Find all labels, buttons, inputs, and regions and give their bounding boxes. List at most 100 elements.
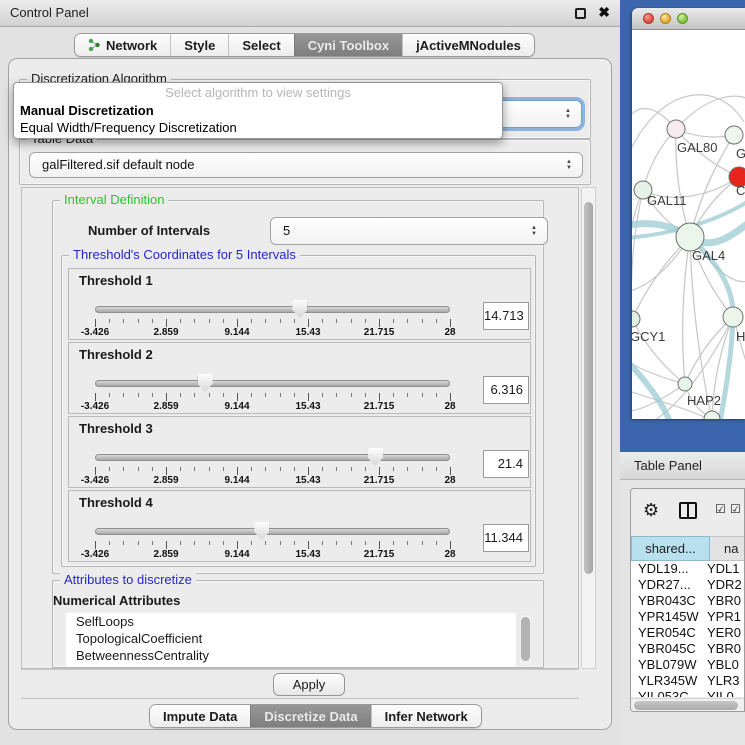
tab-select[interactable]: Select (228, 34, 293, 56)
network-view-window: GAL80GCGAL11GAL4GCY1HHAP2 (632, 8, 745, 419)
tab-infer-network[interactable]: Infer Network (371, 705, 481, 727)
node-label: G (736, 146, 745, 161)
node-label: GAL11 (647, 193, 687, 208)
cyni-toolbox-panel: Discretization Algorithm ▲▼ Select algor… (8, 58, 612, 730)
threshold-1-panel: Threshold 1 -3.4262.8599.14415.4321.7152… (68, 268, 531, 340)
network-node[interactable] (725, 126, 743, 144)
slider-track[interactable] (95, 306, 450, 313)
threshold-value-field[interactable]: 6.316 (483, 376, 529, 404)
table-row[interactable]: YPR145WYPR1 (631, 609, 745, 625)
table-window: ⚙ ☑ ☑ shared... na YDL19...YDL1YDR27...Y… (630, 488, 745, 712)
desktop-right: GAL80GCGAL11GAL4GCY1HHAP2 Table Panel ⚙ … (620, 0, 745, 745)
slider-track[interactable] (95, 454, 450, 461)
slider-tick-labels: -3.4262.8599.14415.4321.71528 (95, 327, 450, 339)
close-traffic-light-icon[interactable] (643, 13, 654, 24)
network-node[interactable] (678, 377, 692, 391)
spinner-icon: ▲▼ (566, 159, 572, 171)
tab-cyni-toolbox[interactable]: Cyni Toolbox (294, 34, 402, 56)
node-label: C (736, 183, 745, 198)
columns-icon[interactable] (679, 502, 697, 519)
control-panel: Control Panel ✖ Network Style Select Cyn… (0, 0, 620, 745)
tab-impute-data[interactable]: Impute Data (150, 705, 250, 727)
table-row[interactable]: YIL053CYIL0 (631, 689, 745, 697)
tab-discretize-data[interactable]: Discretize Data (250, 705, 370, 727)
threshold-4-panel: Threshold 4 -3.4262.8599.14415.4321.7152… (68, 490, 531, 562)
slider-track[interactable] (95, 380, 450, 387)
node-label: GCY1 (632, 329, 665, 344)
settings-scroll-area: Interval Definition Number of Intervals … (21, 187, 579, 669)
tab-jactivemnodules[interactable]: jActiveMNodules (402, 34, 534, 56)
network-node[interactable] (667, 120, 685, 138)
threshold-value-field[interactable]: 14.713 (483, 302, 529, 330)
table-row[interactable]: YER054CYER0 (631, 625, 745, 641)
table-row[interactable]: YBR045CYBR0 (631, 641, 745, 657)
screenshot-root: Control Panel ✖ Network Style Select Cyn… (0, 0, 745, 745)
slider-track[interactable] (95, 528, 450, 535)
group-title: Attributes to discretize (60, 572, 196, 587)
table-row[interactable]: YDR27...YDR2 (631, 577, 745, 593)
apply-button[interactable]: Apply (273, 673, 345, 696)
node-label: GAL4 (692, 248, 725, 263)
thresholds-group: Threshold's Coordinates for 5 Intervals … (61, 255, 536, 567)
checkbox-icon[interactable]: ☑ (730, 502, 741, 516)
zoom-traffic-light-icon[interactable] (677, 13, 688, 24)
number-of-intervals-combobox[interactable]: 5 ▲▼ (270, 217, 548, 245)
column-header-name[interactable]: na (710, 536, 745, 561)
spinner-icon: ▲▼ (531, 225, 537, 237)
minimize-traffic-light-icon[interactable] (660, 13, 671, 24)
panel-scrollbar[interactable] (581, 187, 596, 669)
column-header-shared-name[interactable]: shared... (631, 536, 710, 561)
node-label: H (736, 329, 745, 344)
list-item[interactable]: SelfLoops (66, 613, 516, 630)
interval-definition-group: Interval Definition Number of Intervals … (52, 200, 544, 574)
network-node[interactable] (632, 311, 640, 327)
threshold-2-panel: Threshold 2 -3.4262.8599.14415.4321.7152… (68, 342, 531, 414)
tab-style[interactable]: Style (170, 34, 228, 56)
table-panel-title: Table Panel (634, 458, 702, 473)
table-horizontal-scrollbar[interactable] (631, 698, 745, 711)
list-scrollbar[interactable] (520, 615, 531, 665)
slider-tick-labels: -3.4262.8599.14415.4321.71528 (95, 401, 450, 413)
table-row[interactable]: YDL19...YDL1 (631, 561, 745, 577)
slider-tick-labels: -3.4262.8599.14415.4321.71528 (95, 549, 450, 561)
network-icon (88, 38, 101, 52)
slider-tick-labels: -3.4262.8599.14415.4321.71528 (95, 475, 450, 487)
close-icon[interactable]: ✖ (598, 4, 610, 21)
menu-item-equal-width-frequency[interactable]: Equal Width/Frequency Discretization (14, 119, 502, 136)
tab-network[interactable]: Network (75, 34, 170, 56)
slider-thumb[interactable] (292, 300, 307, 318)
table-panel-area: ⚙ ☑ ☑ shared... na YDL19...YDL1YDR27...Y… (620, 480, 745, 745)
checkbox-icon[interactable]: ☑ (715, 502, 726, 516)
threshold-3-panel: Threshold 3 -3.4262.8599.14415.4321.7152… (68, 416, 531, 488)
spinner-icon: ▲▼ (565, 108, 571, 120)
network-canvas[interactable]: GAL80GCGAL11GAL4GCY1HHAP2 (632, 30, 745, 419)
control-panel-titlebar: Control Panel ✖ (0, 0, 620, 27)
number-of-intervals-label: Number of Intervals (88, 217, 210, 245)
threshold-value-field[interactable]: 11.344 (483, 524, 529, 552)
cyni-bottom-tabs: Impute Data Discretize Data Infer Networ… (149, 704, 482, 728)
list-item[interactable]: BetweennessCentrality (66, 647, 516, 664)
slider-thumb[interactable] (368, 448, 383, 466)
panel-title: Control Panel (10, 5, 89, 20)
slider-thumb[interactable] (198, 374, 213, 392)
list-item[interactable]: TopologicalCoefficient (66, 630, 516, 647)
dropdown-hint: Select algorithm to view settings (14, 83, 502, 102)
float-window-icon[interactable] (575, 8, 586, 19)
gear-icon[interactable]: ⚙ (643, 501, 659, 519)
table-toolbar: ⚙ ☑ ☑ (631, 489, 745, 533)
table-data-combobox[interactable]: galFiltered.sif default node ▲▼ (29, 152, 583, 178)
table-header-row: shared... na (631, 536, 745, 561)
threshold-value-field[interactable]: 21.4 (483, 450, 529, 478)
table-row[interactable]: YBR043CYBR0 (631, 593, 745, 609)
network-node[interactable] (704, 411, 720, 419)
number-of-intervals-row: Number of Intervals 5 ▲▼ (88, 217, 515, 245)
table-row[interactable]: YLR345WYLR3 (631, 673, 745, 689)
table-row[interactable]: YBL079WYBL0 (631, 657, 745, 673)
network-node[interactable] (723, 307, 743, 327)
slider-thumb[interactable] (254, 522, 269, 540)
network-node[interactable] (676, 223, 704, 251)
menu-item-manual-discretization[interactable]: Manual Discretization (14, 102, 502, 119)
apply-row: Apply (21, 669, 579, 699)
numerical-attributes-list[interactable]: SelfLoopsTopologicalCoefficientBetweenne… (66, 613, 516, 667)
table-data-group: Table Data galFiltered.sif default node … (19, 139, 591, 185)
